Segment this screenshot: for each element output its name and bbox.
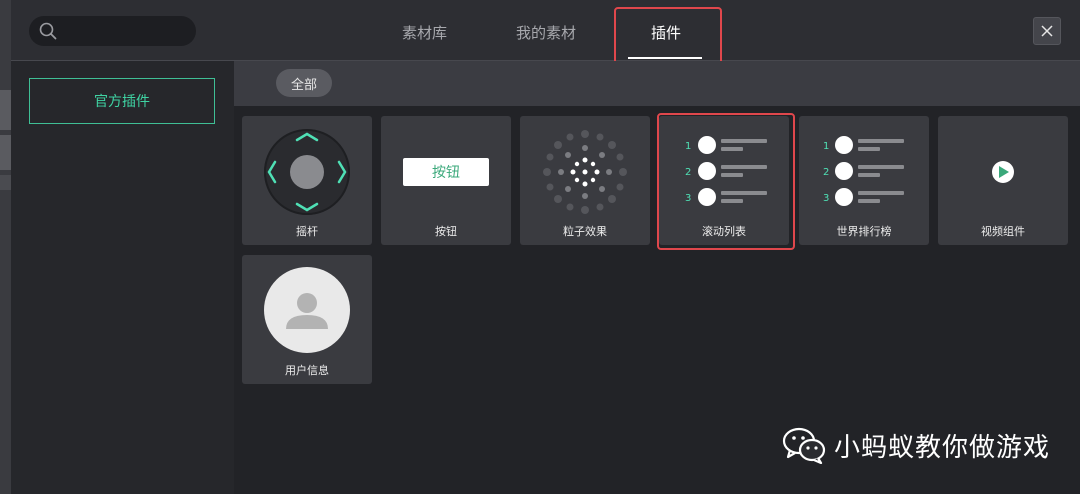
search-input[interactable] — [29, 16, 196, 46]
joystick-icon — [264, 129, 350, 215]
sidebar-item-official-plugins[interactable]: 官方插件 — [29, 78, 215, 124]
particle-icon — [543, 130, 627, 214]
tab-material-library[interactable]: 素材库 — [402, 22, 447, 43]
leaderboard-icon: 1 2 3 — [823, 136, 904, 206]
rank-number: 1 — [823, 141, 829, 152]
plugin-label: 用户信息 — [285, 364, 329, 377]
filter-bar: 全部 — [234, 61, 1080, 106]
wechat-icon — [782, 427, 826, 464]
plugin-modal: 素材库 我的素材 插件 官方插件 全部 摇杆 按钮 按钮 粒子效果 1 2 3 … — [11, 0, 1080, 494]
plugin-card-button[interactable]: 按钮 按钮 — [381, 116, 511, 245]
plugin-label: 世界排行榜 — [836, 225, 892, 238]
close-button[interactable] — [1033, 17, 1061, 45]
rank-number: 2 — [823, 167, 829, 178]
plugin-card-particles[interactable]: 粒子效果 — [520, 116, 650, 245]
plugin-card-user-info[interactable]: 用户信息 — [242, 255, 372, 384]
filter-chip-all[interactable]: 全部 — [276, 69, 332, 97]
plugin-label: 按钮 — [435, 225, 457, 238]
rank-number: 3 — [823, 193, 829, 204]
card-highlight-box — [657, 113, 795, 250]
sidebar: 官方插件 — [11, 61, 234, 494]
plugin-card-video[interactable]: 视频组件 — [938, 116, 1068, 245]
search-icon — [39, 22, 57, 40]
button-icon: 按钮 — [403, 158, 489, 186]
background-app-edge — [0, 0, 11, 494]
close-icon — [1041, 25, 1053, 37]
video-play-icon — [992, 161, 1014, 183]
plugin-label: 视频组件 — [981, 225, 1025, 238]
plugin-label: 摇杆 — [296, 225, 318, 238]
user-avatar-icon — [264, 267, 350, 353]
plugin-card-leaderboard[interactable]: 1 2 3 世界排行榜 — [799, 116, 929, 245]
plugin-card-joystick[interactable]: 摇杆 — [242, 116, 372, 245]
plugin-label: 粒子效果 — [563, 225, 607, 238]
watermark-text: 小蚂蚁教你做游戏 — [834, 432, 1051, 463]
watermark: 小蚂蚁教你做游戏 — [782, 426, 1050, 464]
modal-header: 素材库 我的素材 插件 — [11, 0, 1080, 75]
tab-my-materials[interactable]: 我的素材 — [516, 22, 576, 43]
